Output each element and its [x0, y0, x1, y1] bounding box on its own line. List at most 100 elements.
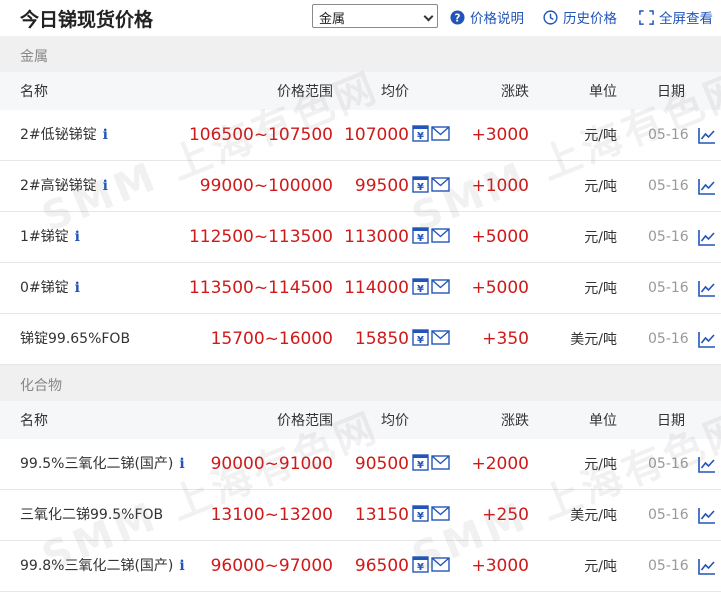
svg-text:¥: ¥ [417, 335, 424, 346]
product-name[interactable]: 1#锑锭 [20, 229, 69, 245]
yuan-calc-icon[interactable]: ¥ [412, 555, 429, 577]
category-select[interactable]: 金属 [312, 4, 438, 28]
info-icon[interactable]: i [103, 127, 108, 143]
action-icons: ¥ [412, 110, 450, 160]
info-icon[interactable]: i [75, 229, 80, 245]
table-row: 2#高铋锑锭 i 99000~100000 99500 ¥ +1000 元/吨 05-16 [0, 161, 721, 212]
price-range: 90000~91000 [210, 454, 333, 474]
mail-icon[interactable] [431, 454, 450, 474]
unit: 元/吨 [584, 457, 617, 473]
svg-text:¥: ¥ [417, 131, 424, 142]
product-name[interactable]: 99.5%三氧化二锑(国产) [20, 456, 173, 472]
price-range: 99000~100000 [199, 176, 333, 196]
product-name-wrap: 1#锑锭 i [20, 227, 80, 247]
avg-price: 114000 [344, 278, 409, 298]
product-name-wrap: 三氧化二锑99.5%FOB [20, 505, 163, 525]
table-row: 锑锭99.65%FOB 15700~16000 15850 ¥ +350 美元/吨 05-1… [0, 314, 721, 365]
price-change: +1000 [471, 176, 529, 196]
product-name[interactable]: 三氧化二锑99.5%FOB [20, 507, 163, 523]
column-header-row: 名称 价格范围 均价 涨跌 单位 日期 [0, 72, 721, 110]
history-price-link[interactable]: 历史价格 [543, 7, 617, 27]
unit: 美元/吨 [570, 332, 617, 348]
column-header-range: 价格范围 [277, 413, 333, 429]
trend-chart-icon[interactable] [698, 314, 716, 364]
column-header-unit: 单位 [589, 84, 617, 100]
svg-text:¥: ¥ [417, 284, 424, 295]
info-icon[interactable]: i [179, 456, 184, 472]
info-icon[interactable]: i [179, 558, 184, 574]
yuan-calc-icon[interactable]: ¥ [412, 175, 429, 197]
price-range: 106500~107500 [188, 125, 333, 145]
trend-chart-icon[interactable] [698, 541, 716, 591]
mail-icon[interactable] [431, 505, 450, 525]
fullscreen-label: 全屏查看 [659, 11, 713, 27]
date: 05-16 [648, 507, 689, 523]
svg-text:¥: ¥ [417, 562, 424, 573]
trend-chart-icon[interactable] [698, 161, 716, 211]
product-name-cell: 0#锑锭 i [20, 263, 190, 313]
svg-text:¥: ¥ [417, 460, 424, 471]
product-name-wrap: 99.8%三氧化二锑(国产) i [20, 556, 185, 576]
mail-icon[interactable] [431, 556, 450, 576]
price-range: 96000~97000 [210, 556, 333, 576]
unit: 元/吨 [584, 281, 617, 297]
avg-price: 107000 [344, 125, 409, 145]
table-row: 0#锑锭 i 113500~114500 114000 ¥ +5000 元/吨 05-16 [0, 263, 721, 314]
price-change: +3000 [471, 556, 529, 576]
trend-chart-icon[interactable] [698, 439, 716, 489]
yuan-calc-icon[interactable]: ¥ [412, 328, 429, 350]
info-icon[interactable]: i [75, 280, 80, 296]
yuan-calc-icon[interactable]: ¥ [412, 124, 429, 146]
action-icons: ¥ [412, 161, 450, 211]
product-name[interactable]: 2#低铋锑锭 [20, 127, 97, 143]
date: 05-16 [648, 178, 689, 194]
section-title: 金属 [0, 36, 721, 72]
avg-price: 113000 [344, 227, 409, 247]
date: 05-16 [648, 558, 689, 574]
mail-icon[interactable] [431, 176, 450, 196]
column-header-unit: 单位 [589, 413, 617, 429]
yuan-calc-icon[interactable]: ¥ [412, 277, 429, 299]
trend-chart-icon[interactable] [698, 110, 716, 160]
yuan-calc-icon[interactable]: ¥ [412, 453, 429, 475]
product-name-cell: 99.8%三氧化二锑(国产) i [20, 541, 190, 591]
price-change: +5000 [471, 227, 529, 247]
trend-chart-icon[interactable] [698, 263, 716, 313]
action-icons: ¥ [412, 541, 450, 591]
info-icon[interactable]: i [103, 178, 108, 194]
product-name-cell: 三氧化二锑99.5%FOB [20, 490, 190, 540]
avg-price: 13150 [354, 505, 409, 525]
price-info-link[interactable]: ? 价格说明 [450, 7, 524, 27]
yuan-calc-icon[interactable]: ¥ [412, 504, 429, 526]
product-name[interactable]: 99.8%三氧化二锑(国产) [20, 558, 173, 574]
price-range: 112500~113500 [188, 227, 333, 247]
price-change: +2000 [471, 454, 529, 474]
mail-icon[interactable] [431, 227, 450, 247]
mail-icon[interactable] [431, 278, 450, 298]
product-name[interactable]: 2#高铋锑锭 [20, 178, 97, 194]
product-name[interactable]: 锑锭99.65%FOB [20, 331, 130, 347]
price-range: 15700~16000 [210, 329, 333, 349]
price-range: 113500~114500 [188, 278, 333, 298]
yuan-calc-icon[interactable]: ¥ [412, 226, 429, 248]
fullscreen-link[interactable]: 全屏查看 [639, 7, 713, 27]
price-table: 金属 名称 价格范围 均价 涨跌 单位 日期 2#低铋锑锭 i 106500~107500 1070… [0, 36, 721, 592]
price-info-label: 价格说明 [470, 11, 524, 27]
column-header-avg: 均价 [381, 413, 409, 429]
table-row: 99.8%三氧化二锑(国产) i 96000~97000 96500 ¥ +3000 元/吨… [0, 541, 721, 592]
svg-text:¥: ¥ [417, 233, 424, 244]
product-name[interactable]: 0#锑锭 [20, 280, 69, 296]
trend-chart-icon[interactable] [698, 212, 716, 262]
column-header-change: 涨跌 [501, 84, 529, 100]
date: 05-16 [648, 127, 689, 143]
price-change: +250 [482, 505, 529, 525]
trend-chart-icon[interactable] [698, 490, 716, 540]
product-name-cell: 2#高铋锑锭 i [20, 161, 190, 211]
history-price-label: 历史价格 [563, 11, 617, 27]
mail-icon[interactable] [431, 329, 450, 349]
product-name-cell: 99.5%三氧化二锑(国产) i [20, 439, 190, 489]
mail-icon[interactable] [431, 125, 450, 145]
section-title: 化合物 [0, 365, 721, 401]
page-header: 今日锑现货价格 金属 ? 价格说明 历史价格 全屏查看 [0, 0, 721, 36]
date: 05-16 [648, 280, 689, 296]
